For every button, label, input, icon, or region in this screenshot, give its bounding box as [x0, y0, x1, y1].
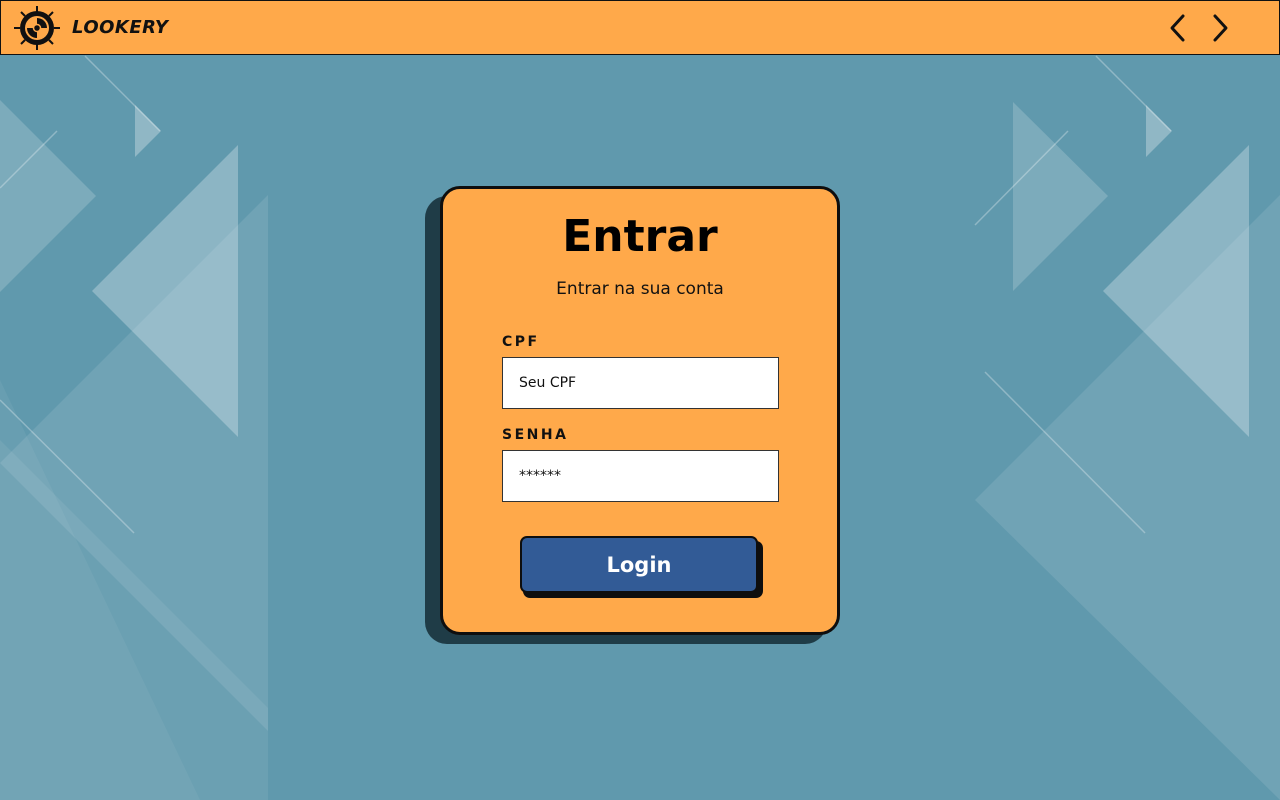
- brand-name[interactable]: LOOKERY: [72, 17, 168, 38]
- password-input[interactable]: [502, 450, 779, 502]
- lookery-logo-icon[interactable]: [10, 4, 64, 52]
- cpf-label: CPF: [502, 334, 540, 350]
- cpf-input[interactable]: [502, 357, 779, 409]
- login-card: Entrar Entrar na sua conta CPF SENHA Log…: [440, 186, 840, 635]
- senha-label: SENHA: [502, 427, 569, 443]
- chevron-left-icon[interactable]: [1165, 13, 1191, 43]
- page-title: Entrar: [562, 211, 718, 262]
- top-bar: LOOKERY: [0, 0, 1280, 55]
- chevron-right-icon[interactable]: [1207, 13, 1233, 43]
- login-button[interactable]: Login: [520, 536, 758, 593]
- page-subtitle: Entrar na sua conta: [556, 279, 724, 299]
